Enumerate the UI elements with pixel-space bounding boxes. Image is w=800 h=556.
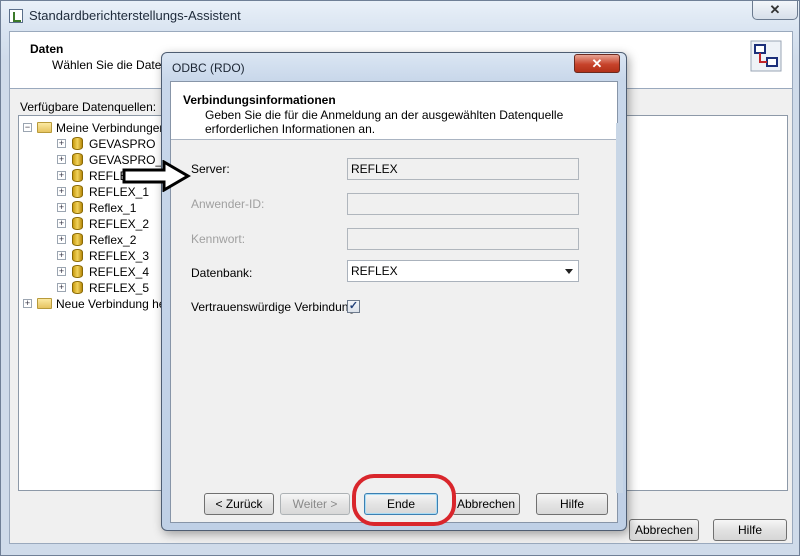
database-icon (72, 169, 83, 182)
user-id-label: Anwender-ID: (191, 197, 265, 211)
database-icon (72, 153, 83, 166)
password-field (347, 228, 579, 250)
expand-icon[interactable]: + (57, 139, 66, 148)
expand-icon[interactable]: + (57, 283, 66, 292)
tree-node-label: REFLEX_5 (89, 281, 150, 295)
database-icon (72, 185, 83, 198)
wizard-cancel-button[interactable]: Abbrechen (629, 519, 699, 541)
datasources-label: Verfügbare Datenquellen: (20, 100, 157, 114)
dialog-header-subtitle: Geben Sie die für die Anmeldung an der a… (205, 108, 564, 136)
database-icon (72, 281, 83, 294)
chevron-down-icon[interactable] (565, 269, 573, 274)
expand-icon[interactable]: + (57, 235, 66, 244)
folder-icon (37, 122, 52, 133)
folder-icon (37, 298, 52, 309)
annotation-arrow-icon (122, 160, 191, 192)
expand-icon[interactable]: + (57, 219, 66, 228)
trusted-connection-label: Vertrauenswürdige Verbindung: (191, 300, 359, 314)
server-field: REFLEX (347, 158, 579, 180)
dialog-cancel-button[interactable]: Abbrechen (452, 493, 520, 515)
wizard-header-subtitle: Wählen Sie die Daten f (52, 58, 175, 72)
expand-icon[interactable]: + (57, 171, 66, 180)
expand-icon[interactable]: + (57, 203, 66, 212)
wizard-help-button[interactable]: Hilfe (713, 519, 787, 541)
dialog-header: Verbindungsinformationen Geben Sie die f… (171, 82, 617, 140)
tree-node-label: REFLEX_2 (89, 217, 150, 231)
tree-node-label: REFLEX_3 (89, 249, 150, 263)
database-label: Datenbank: (191, 266, 253, 280)
database-select-value: REFLEX (351, 264, 398, 278)
user-id-field (347, 193, 579, 215)
dialog-header-title: Verbindungsinformationen (183, 93, 336, 107)
dialog-scrollbar[interactable] (616, 123, 623, 493)
password-label: Kennwort: (191, 232, 246, 246)
tree-node-label: Reflex_1 (89, 201, 137, 215)
tree-node-label: Meine Verbindungen (56, 121, 167, 135)
expand-icon[interactable]: + (57, 251, 66, 260)
database-icon (72, 217, 83, 230)
next-button[interactable]: Weiter > (280, 493, 350, 515)
database-icon (72, 137, 83, 150)
database-icon (72, 201, 83, 214)
annotation-highlight-ring (352, 474, 456, 526)
wizard-header-title: Daten (30, 42, 64, 56)
database-icon (72, 249, 83, 262)
tree-node-label: REFLEX_4 (89, 265, 150, 279)
data-link-icon (750, 40, 782, 72)
back-button[interactable]: < Zurück (204, 493, 274, 515)
dialog-body: Verbindungsinformationen Geben Sie die f… (170, 81, 618, 523)
database-icon (72, 233, 83, 246)
tree-node-label: GEVASPRO (89, 137, 156, 151)
server-label: Server: (191, 162, 230, 176)
expand-icon[interactable]: + (57, 187, 66, 196)
database-icon (72, 265, 83, 278)
expand-icon[interactable]: + (57, 155, 66, 164)
odbc-dialog: ODBC (RDO) ✕ Verbindungsinformationen Ge… (161, 52, 627, 531)
trusted-connection-checkbox[interactable]: ✓ (347, 300, 360, 313)
database-select[interactable]: REFLEX (347, 260, 579, 282)
collapse-icon[interactable]: − (23, 123, 32, 132)
title-bar[interactable]: Standardberichterstellungs-Assistent ✕ (1, 1, 799, 31)
dialog-help-button[interactable]: Hilfe (536, 493, 608, 515)
tree-node-label: Neue Verbindung hers (56, 297, 176, 311)
dialog-title: ODBC (RDO) (172, 61, 245, 75)
dialog-close-button[interactable]: ✕ (574, 54, 620, 73)
expand-icon[interactable]: + (57, 267, 66, 276)
window-close-button[interactable]: ✕ (752, 1, 798, 20)
app-icon (9, 9, 23, 23)
window-title: Standardberichterstellungs-Assistent (29, 8, 241, 23)
tree-node-label: Reflex_2 (89, 233, 137, 247)
expand-icon[interactable]: + (23, 299, 32, 308)
